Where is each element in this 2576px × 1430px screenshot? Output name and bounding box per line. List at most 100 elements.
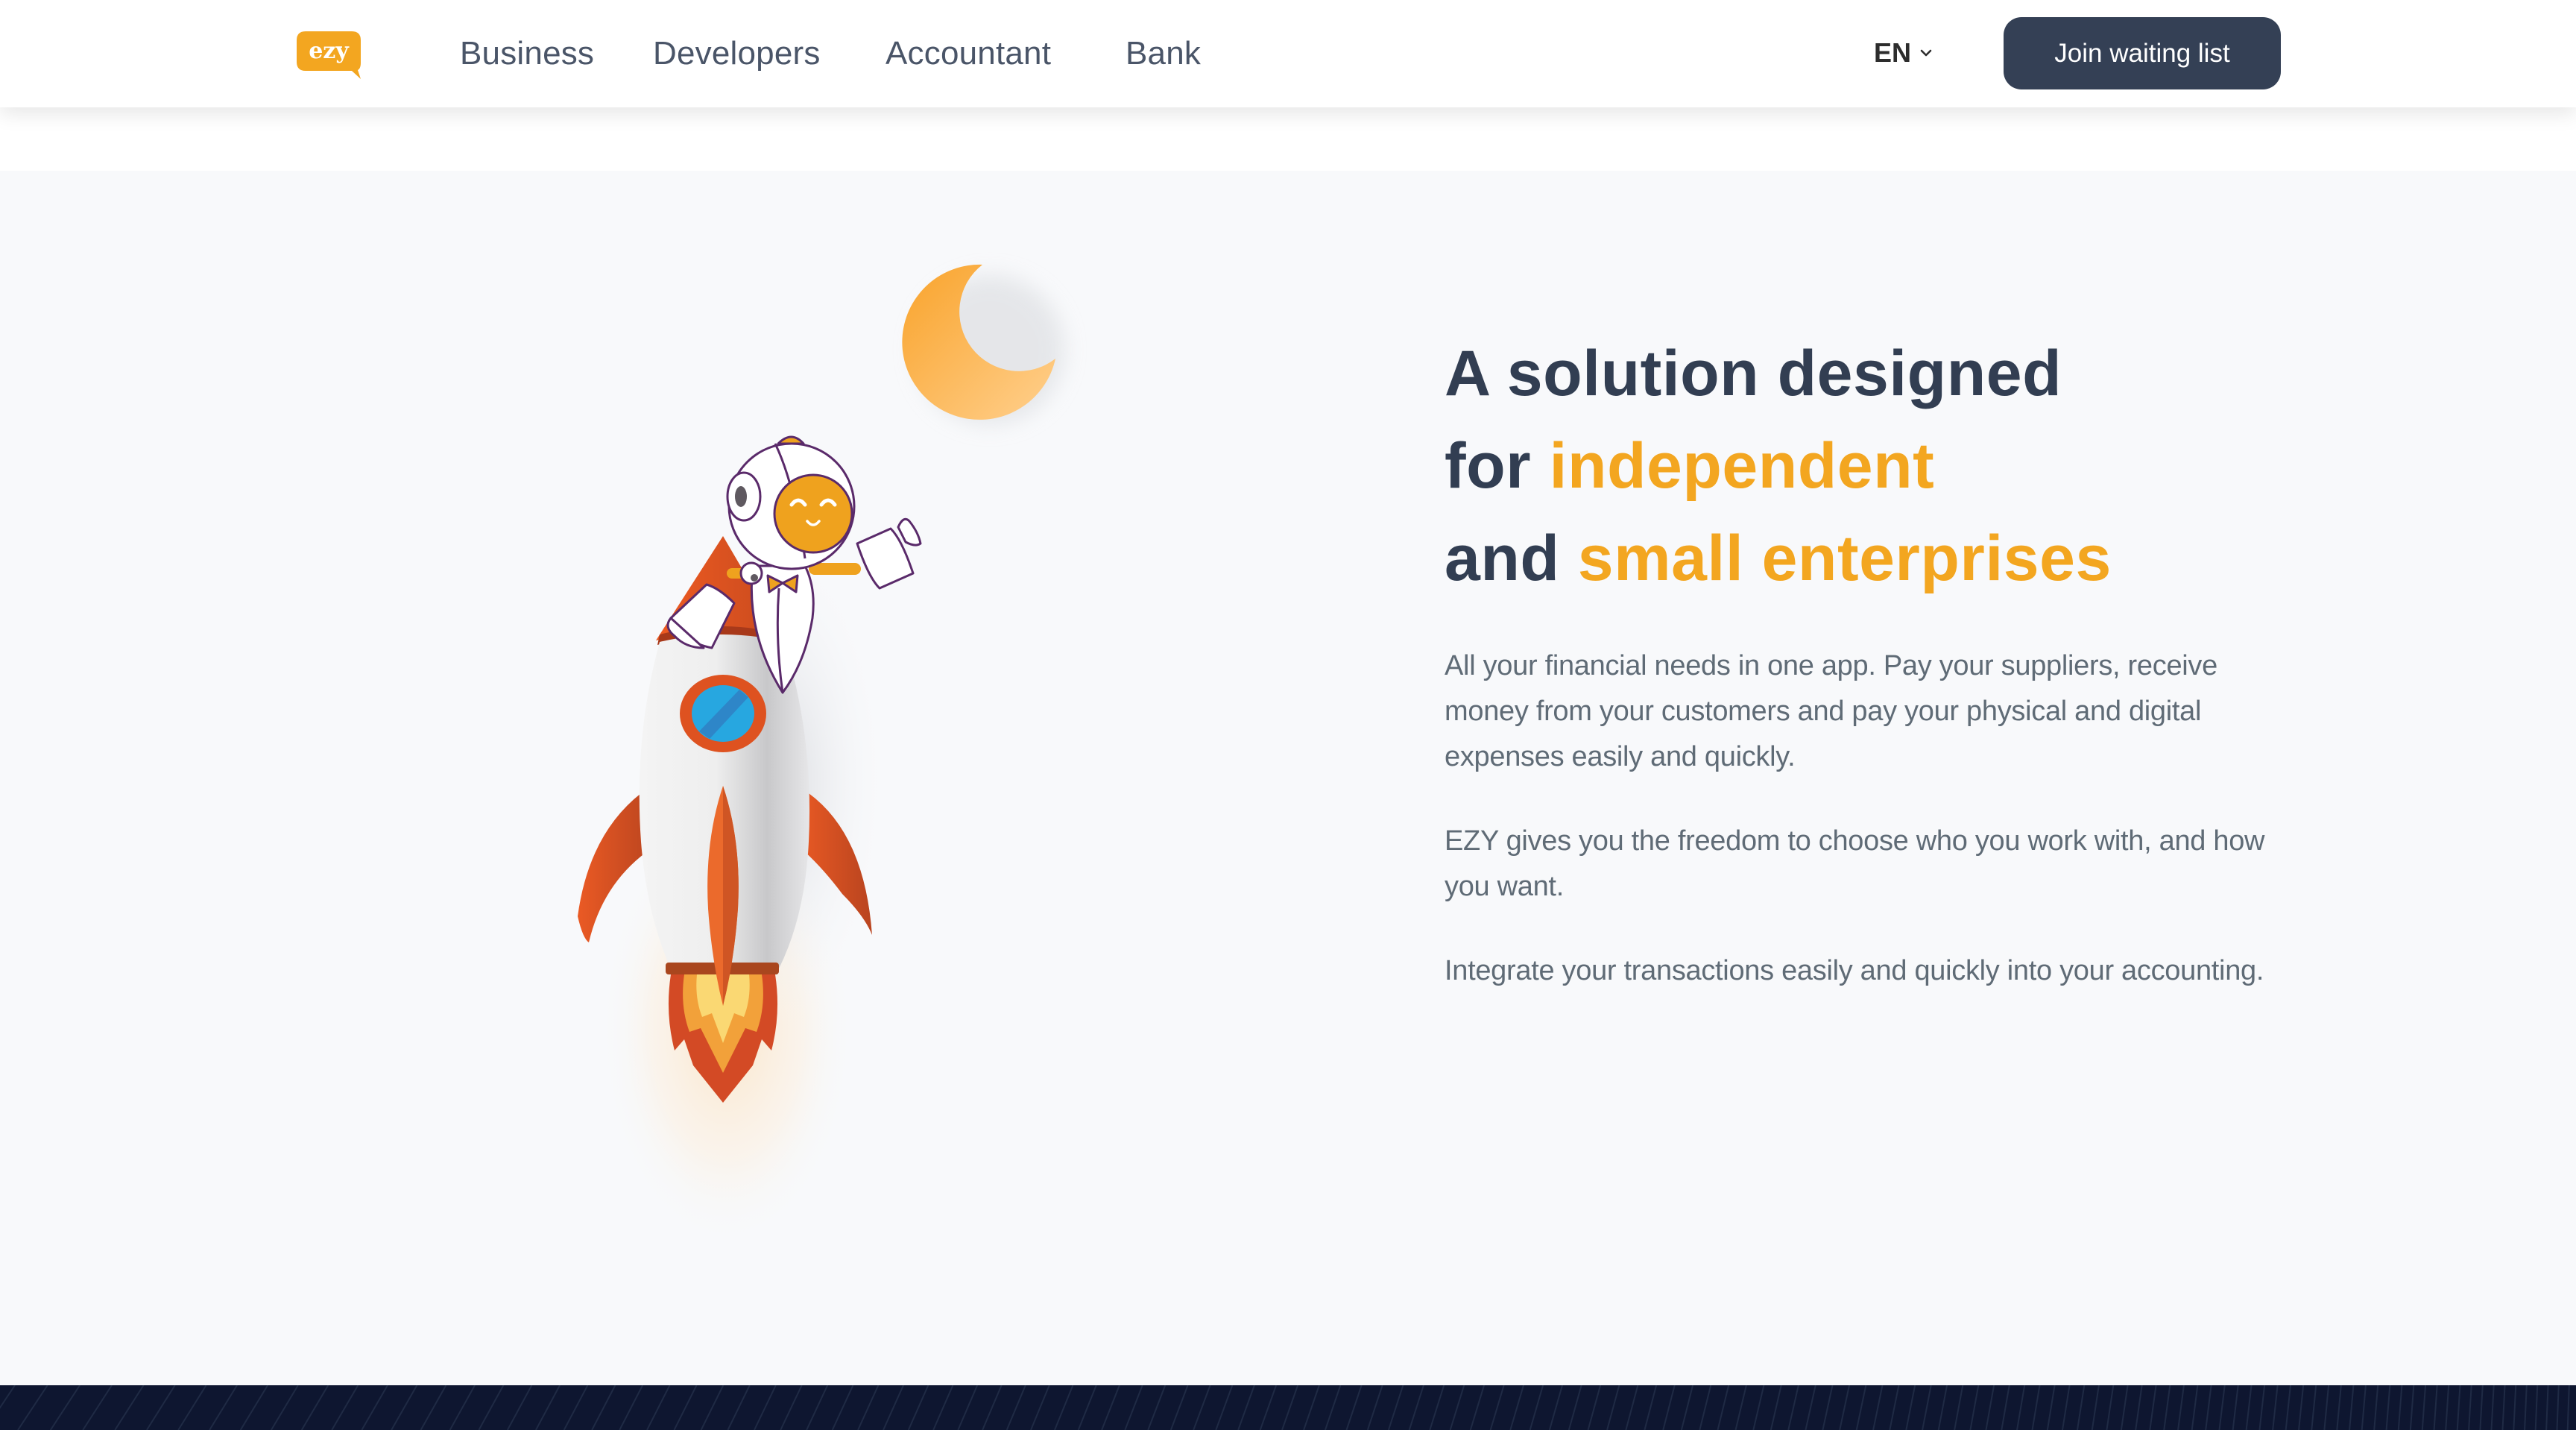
footer-line — [1889, 1385, 1900, 1430]
footer-line — [361, 1385, 388, 1430]
join-waiting-list-button[interactable]: Join waiting list — [2004, 17, 2281, 89]
hero-copy: A solution designed for independent and … — [1445, 327, 2294, 994]
footer-line — [146, 1385, 176, 1430]
footer-line — [49, 1385, 80, 1430]
footer-line — [1387, 1385, 1404, 1430]
footer-line — [82, 1385, 113, 1430]
footer-line — [806, 1385, 829, 1430]
footer-line — [883, 1385, 904, 1430]
footer-line — [1548, 1385, 1563, 1430]
footer-line — [506, 1385, 533, 1430]
footer-line — [1770, 1385, 1782, 1430]
nav-accountant[interactable]: Accountant — [886, 33, 1051, 75]
footer-line — [2061, 1385, 2071, 1430]
footer-line — [1101, 1385, 1120, 1430]
footer-line — [2191, 1385, 2199, 1430]
footer-line — [1922, 1385, 1932, 1430]
nav-business[interactable]: Business — [460, 33, 594, 75]
hero-paragraph-3: Integrate your transactions easily and q… — [1445, 955, 2264, 986]
headline-accent-small-enterprises: small enterprises — [1577, 523, 2112, 594]
footer-line — [727, 1385, 751, 1430]
footer-line — [478, 1385, 505, 1430]
hero-headline: A solution designed for independent and … — [1445, 327, 2294, 605]
footer-line — [2421, 1385, 2427, 1430]
footer-line — [1644, 1385, 1658, 1430]
headline-line-1: A solution designed — [1445, 338, 2062, 409]
language-selector[interactable]: EN — [1874, 34, 1932, 72]
footer-line — [2534, 1385, 2539, 1430]
hero-section: A solution designed for independent and … — [0, 171, 2576, 1385]
hero-paragraph-2: EZY gives you the freedom to choose who … — [1445, 825, 2265, 902]
footer-line — [857, 1385, 880, 1430]
footer-line — [2311, 1385, 2317, 1430]
footer-line — [2218, 1385, 2226, 1430]
footer-line — [1662, 1385, 1676, 1430]
footer-line — [271, 1385, 299, 1430]
footer-line — [177, 1385, 207, 1430]
footer-line — [1587, 1385, 1602, 1430]
footer-line — [1030, 1385, 1050, 1430]
footer-line — [1954, 1385, 1964, 1430]
footer-line — [2258, 1385, 2266, 1430]
logo-speech-bubble-icon: ezy — [297, 31, 361, 79]
footer-line — [1529, 1385, 1544, 1430]
footer-line — [1366, 1385, 1383, 1430]
footer-line — [2106, 1385, 2115, 1430]
footer-line — [1985, 1385, 1995, 1430]
footer-line — [2456, 1385, 2461, 1430]
footer-line — [209, 1385, 238, 1430]
site-header: ezy Business Developers Accountant Bank … — [0, 0, 2576, 107]
footer-line — [2016, 1385, 2026, 1430]
footer-line — [2501, 1385, 2506, 1430]
footer-line — [2149, 1385, 2157, 1430]
footer-line — [2177, 1385, 2185, 1430]
nav-developers[interactable]: Developers — [653, 33, 821, 75]
footer-line — [1077, 1385, 1097, 1430]
footer-line — [2397, 1385, 2403, 1430]
footer-line — [1839, 1385, 1851, 1430]
hero-illustration — [0, 171, 1193, 1385]
footer-line — [1006, 1385, 1026, 1430]
footer-line — [300, 1385, 329, 1430]
chevron-down-icon — [1920, 49, 1932, 57]
footer-line — [1855, 1385, 1867, 1430]
footer-line — [591, 1385, 616, 1430]
footer-line — [2479, 1385, 2484, 1430]
footer-line — [1872, 1385, 1884, 1430]
footer-line — [982, 1385, 1003, 1430]
footer-line — [1969, 1385, 1980, 1430]
footer-line — [2076, 1385, 2086, 1430]
footer-line — [673, 1385, 698, 1430]
footer-line — [2524, 1385, 2528, 1430]
footer-line — [1193, 1385, 1211, 1430]
footer-line — [1717, 1385, 1730, 1430]
headline-line-2-prefix: for — [1445, 430, 1550, 502]
footer-line — [831, 1385, 854, 1430]
footer-line — [1259, 1385, 1278, 1430]
footer-line — [2091, 1385, 2100, 1430]
footer-line — [1169, 1385, 1189, 1430]
footer-line — [2232, 1385, 2239, 1430]
footer-line — [1281, 1385, 1299, 1430]
language-selected: EN — [1874, 37, 1912, 68]
header-spacer — [0, 107, 2576, 171]
footer-line — [449, 1385, 476, 1430]
footer-line — [563, 1385, 589, 1430]
footer-line — [1124, 1385, 1143, 1430]
footer-line — [2361, 1385, 2367, 1430]
footer-line — [1822, 1385, 1834, 1430]
footer-line — [932, 1385, 954, 1430]
footer-line — [1509, 1385, 1524, 1430]
footer-line — [1237, 1385, 1255, 1430]
footer-line — [1469, 1385, 1486, 1430]
footer-line — [2245, 1385, 2253, 1430]
ezy-logo[interactable]: ezy — [295, 30, 362, 81]
footer-line — [2349, 1385, 2355, 1430]
footer-line — [1905, 1385, 1916, 1430]
footer-line-pattern — [0, 1385, 2570, 1430]
footer-line — [535, 1385, 561, 1430]
footer-line — [2513, 1385, 2517, 1430]
footer-band — [0, 1385, 2576, 1430]
footer-line — [1489, 1385, 1505, 1430]
nav-bank[interactable]: Bank — [1126, 33, 1201, 75]
